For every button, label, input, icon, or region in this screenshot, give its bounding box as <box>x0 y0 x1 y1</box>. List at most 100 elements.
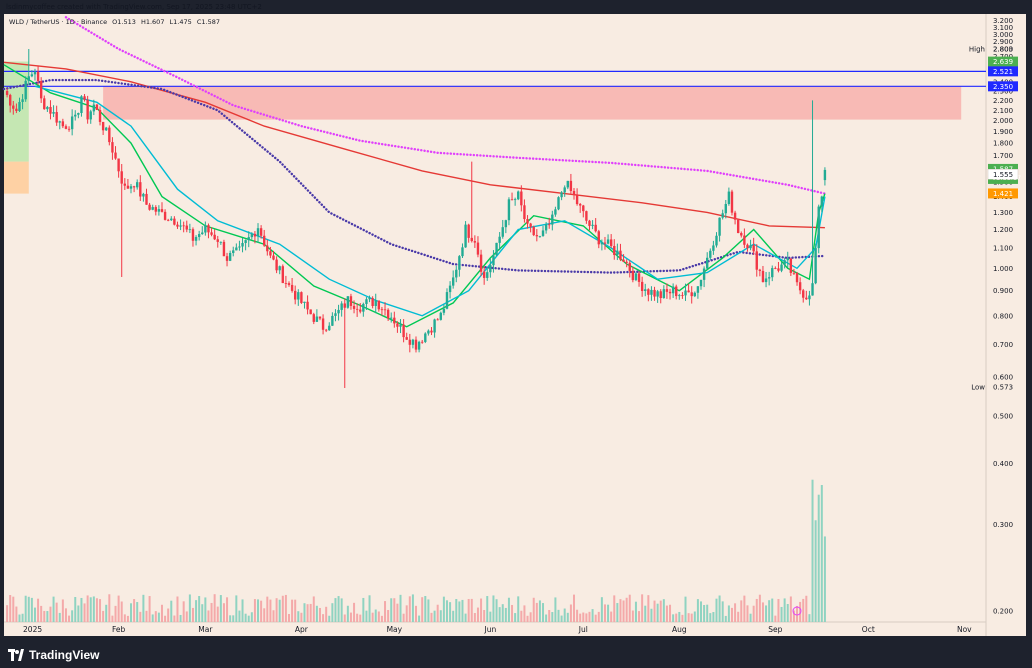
candle-body <box>591 224 594 226</box>
volume-bar <box>139 611 142 622</box>
volume-bar <box>489 611 492 622</box>
candle-body <box>293 290 297 300</box>
candle-body <box>783 260 786 265</box>
volume-bar <box>789 596 792 622</box>
volume-bar <box>294 599 297 622</box>
volume-bar <box>765 605 768 622</box>
x-tick-label: Feb <box>112 625 126 634</box>
volume-bar <box>517 596 520 622</box>
volume-bar <box>470 598 473 622</box>
candle-body <box>631 270 635 281</box>
candle-body <box>665 289 669 292</box>
candle-body <box>272 255 275 260</box>
volume-bar <box>638 611 641 622</box>
candle-body <box>263 235 266 246</box>
candle-body <box>275 259 278 271</box>
price-marker-label: High <box>969 45 985 53</box>
candle-body <box>21 99 24 102</box>
candle-body <box>650 289 653 295</box>
volume-bar <box>659 600 662 622</box>
candle-body <box>820 196 824 207</box>
volume-bar <box>362 597 365 622</box>
candle-body <box>526 219 529 224</box>
volume-bar <box>427 599 430 622</box>
candle-body <box>659 291 662 299</box>
candle-body <box>346 296 350 308</box>
tradingview-brand[interactable]: TradingView <box>8 646 99 664</box>
candle-body <box>436 319 439 321</box>
candle-body <box>117 158 120 172</box>
volume-bar <box>173 615 176 622</box>
candle-body <box>399 324 402 327</box>
volume-bar <box>390 598 393 622</box>
volume-bar <box>715 598 718 622</box>
volume-bar <box>331 603 334 622</box>
candle-body <box>185 225 188 230</box>
volume-bar <box>318 607 321 622</box>
candle-body <box>309 309 312 315</box>
volume-bar <box>603 604 606 622</box>
y-tick-label: 2.100 <box>993 107 1013 115</box>
candle-body <box>352 305 356 309</box>
candle-body <box>640 281 644 291</box>
y-tick-label: 1.800 <box>993 140 1013 148</box>
candle-body <box>600 242 604 245</box>
ohlc-low: L1.475 <box>169 18 192 26</box>
candle-body <box>182 225 185 227</box>
candle-body <box>393 317 396 324</box>
volume-bar <box>151 614 154 622</box>
candle-body <box>479 254 483 272</box>
candle-body <box>752 245 755 252</box>
candle-body <box>709 250 712 258</box>
volume-bar <box>176 596 179 622</box>
volume-bar <box>631 610 634 622</box>
candle-body <box>232 250 235 254</box>
candle-body <box>594 224 597 232</box>
y-tick-label: 2.000 <box>993 117 1013 125</box>
candle-body <box>157 209 161 212</box>
candle-body <box>207 225 210 233</box>
candle-body <box>49 106 52 114</box>
volume-bar <box>260 600 263 622</box>
volume-bar <box>693 611 696 622</box>
candle-body <box>780 264 783 271</box>
candle-body <box>402 324 405 338</box>
volume-bar <box>21 613 24 622</box>
y-tick-label: 1.200 <box>993 226 1013 234</box>
candle-body <box>160 209 164 212</box>
candle-body <box>458 256 461 270</box>
candle-body <box>98 110 102 122</box>
volume-bar <box>120 601 123 622</box>
volume-bar <box>89 597 92 622</box>
candle-body <box>12 105 15 109</box>
candle-body <box>228 253 232 261</box>
volume-bar <box>591 609 594 622</box>
y-tick-label: 1.300 <box>993 209 1013 217</box>
candle-body <box>538 235 542 237</box>
volume-bar <box>64 608 67 622</box>
candle-body <box>219 241 223 243</box>
candle-body <box>256 228 260 237</box>
volume-bar <box>241 599 244 622</box>
volume-bar <box>597 611 600 622</box>
volume-bar <box>758 594 761 622</box>
candle-body <box>80 96 83 114</box>
volume-bar <box>247 615 250 622</box>
volume-bar <box>504 607 507 622</box>
candle-body <box>575 194 579 205</box>
volume-bar <box>297 611 300 622</box>
volume-bar <box>495 599 498 622</box>
candle-body <box>718 217 721 236</box>
candle-body <box>823 169 827 181</box>
candle-body <box>250 233 254 238</box>
candle-body <box>321 318 325 330</box>
volume-bar <box>238 610 241 622</box>
volume-bar <box>752 605 755 622</box>
candle-body <box>405 337 408 340</box>
price-chart[interactable]: 0.200 0.300 0.400 0.500 0.600 0.700 0.800 0.900… <box>0 0 1032 668</box>
volume-bar <box>473 613 476 622</box>
volume-bar <box>749 613 752 622</box>
price-marker-value: 2.521 <box>993 68 1013 76</box>
candle-body <box>191 229 195 241</box>
volume-bar <box>30 597 33 622</box>
